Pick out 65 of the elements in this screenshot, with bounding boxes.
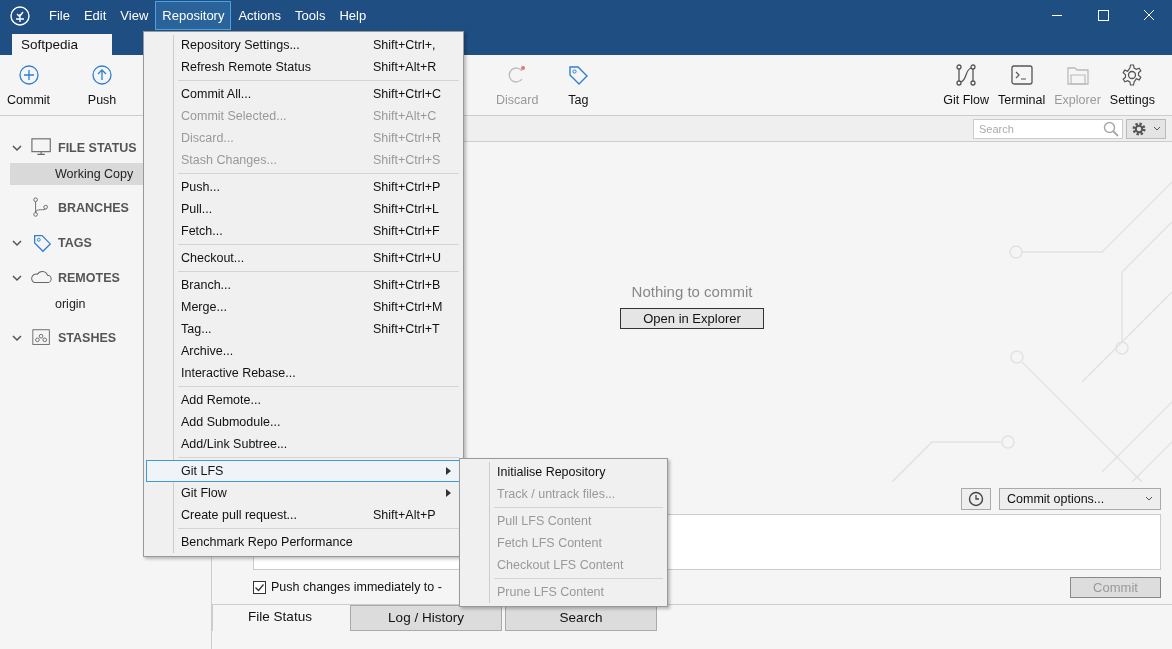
empty-message: Nothing to commit	[631, 283, 753, 300]
chevron-icon[interactable]	[12, 143, 22, 153]
menu-item[interactable]: Repository	[155, 1, 232, 30]
menu-item[interactable]: View	[113, 1, 156, 30]
checkbox[interactable]	[253, 580, 266, 594]
caret-icon	[1145, 496, 1153, 502]
clock-button-icon[interactable]	[961, 488, 991, 510]
menu-item[interactable]: Checkout... Shift+Ctrl+U	[146, 247, 461, 269]
section-header[interactable]: FILE STATUS	[58, 141, 137, 155]
commit-options-dropdown[interactable]: Commit options...	[999, 488, 1161, 510]
submenu-arrow-icon	[446, 489, 452, 497]
view-tab[interactable]: File Status	[212, 605, 347, 631]
menu-item[interactable]: Add Remote...	[146, 389, 461, 411]
menu-item[interactable]: Tag... Shift+Ctrl+T	[146, 318, 461, 340]
menu-item[interactable]: Archive...	[146, 340, 461, 362]
open-in-explorer-button[interactable]: Open in Explorer	[620, 308, 764, 329]
plus-circle-icon	[16, 63, 41, 87]
search-icon	[1103, 120, 1119, 137]
tag-icon	[31, 232, 53, 254]
git-flow-icon	[954, 63, 979, 87]
toolbar-button[interactable]: Tag	[555, 61, 602, 109]
menu-item[interactable]: Help	[332, 1, 374, 30]
section-header[interactable]: BRANCHES	[58, 201, 129, 215]
toolbar-button[interactable]: Terminal	[995, 61, 1049, 109]
checkbox-label: Push changes immediately to -	[271, 580, 442, 594]
chevron-icon[interactable]	[12, 238, 22, 248]
menu-item[interactable]: Interactive Rebase...	[146, 362, 461, 384]
up-arrow-circle-icon	[90, 63, 115, 87]
menu-item[interactable]: Repository Settings... Shift+Ctrl+,	[146, 34, 461, 56]
menu-item[interactable]: Merge... Shift+Ctrl+M	[146, 296, 461, 318]
chevron-icon[interactable]	[12, 333, 22, 343]
repository-tab[interactable]: Softpedia	[12, 34, 113, 55]
menu-item[interactable]: Initialise Repository	[462, 461, 665, 483]
app-logo-icon	[10, 5, 30, 26]
search-field[interactable]: Search	[973, 118, 1123, 139]
chevron-icon[interactable]	[12, 273, 22, 283]
toolbar-button[interactable]: Git Flow	[940, 61, 993, 109]
toolbar-button[interactable]: Push	[79, 61, 126, 109]
submenu-arrow-icon	[446, 467, 452, 475]
menu-item[interactable]: Actions	[231, 1, 289, 30]
menu-item[interactable]: Add/Link Subtree...	[146, 433, 461, 455]
menu-item[interactable]: Edit	[76, 1, 114, 30]
view-tab[interactable]: Log / History	[350, 605, 502, 631]
menu-item[interactable]: Add Submodule...	[146, 411, 461, 433]
menu-item[interactable]: Git Flow	[146, 482, 461, 504]
section-header[interactable]: STASHES	[58, 331, 117, 345]
section-header[interactable]: TAGS	[58, 236, 92, 250]
menu-item[interactable]: Pull... Shift+Ctrl+L	[146, 198, 461, 220]
view-tab[interactable]: Search	[505, 605, 657, 631]
menu-item[interactable]: Branch... Shift+Ctrl+B	[146, 274, 461, 296]
settings-icon	[1131, 120, 1147, 137]
menu-item[interactable]: Create pull request... Shift+Alt+P	[146, 504, 461, 526]
terminal-icon	[1009, 63, 1034, 87]
settings-dropdown[interactable]	[1126, 118, 1166, 139]
toolbar-button[interactable]: Commit	[4, 61, 54, 109]
menu-item[interactable]: Git LFS	[146, 460, 461, 482]
caret-icon	[1153, 125, 1161, 132]
menu-item[interactable]: Refresh Remote Status Shift+Alt+R	[146, 56, 461, 78]
menu-item[interactable]: Benchmark Repo Performance	[146, 531, 461, 553]
menu-item[interactable]: File	[42, 1, 77, 30]
section-header[interactable]: REMOTES	[58, 271, 120, 285]
menu-item[interactable]: Fetch... Shift+Ctrl+F	[146, 220, 461, 242]
toolbar-button[interactable]: Settings	[1106, 61, 1158, 109]
menu-item[interactable]: Commit All... Shift+Ctrl+C	[146, 83, 461, 105]
menu-item[interactable]: Tools	[288, 1, 333, 30]
